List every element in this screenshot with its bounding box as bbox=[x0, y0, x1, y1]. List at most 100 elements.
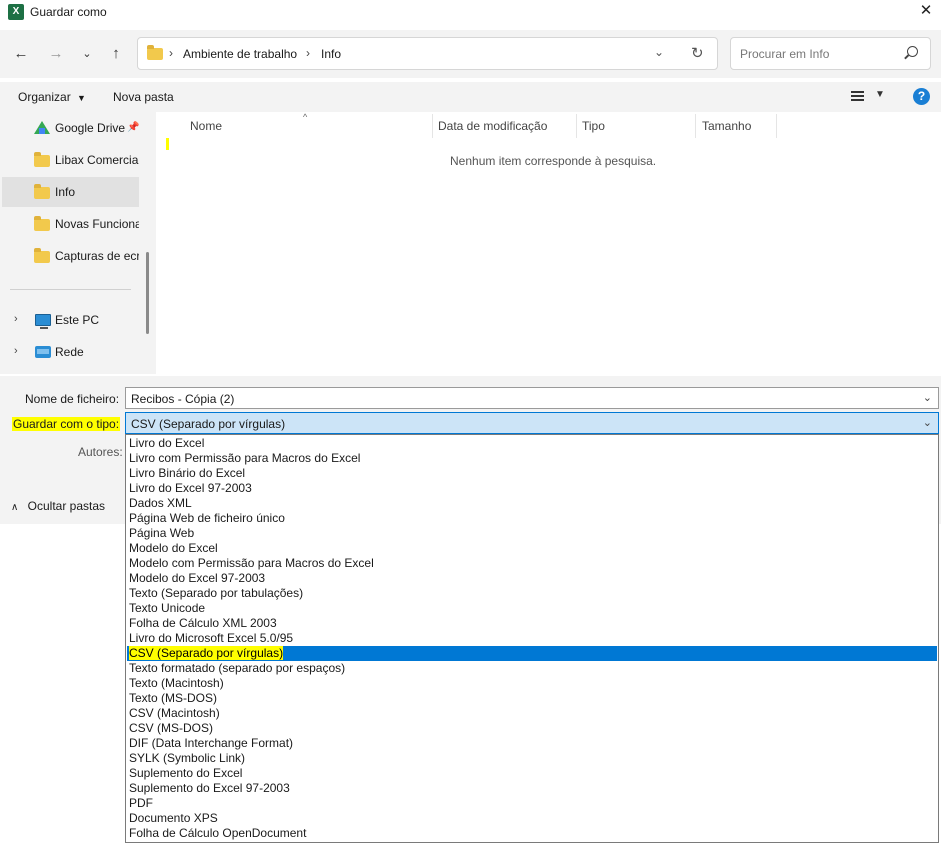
column-header-size[interactable]: Tamanho bbox=[702, 119, 751, 133]
file-type-option[interactable]: Dados XML bbox=[127, 496, 937, 511]
file-type-option[interactable]: Suplemento do Excel 97-2003 bbox=[127, 781, 937, 796]
file-type-option-label: Suplemento do Excel bbox=[129, 766, 243, 780]
file-type-option[interactable]: Modelo com Permissão para Macros do Exce… bbox=[127, 556, 937, 571]
help-icon[interactable]: ? bbox=[913, 88, 930, 105]
breadcrumb-info[interactable]: Info bbox=[321, 47, 341, 61]
column-header-date-modified[interactable]: Data de modificação bbox=[438, 119, 547, 133]
file-type-option-label: Livro do Excel bbox=[129, 436, 205, 450]
search-box[interactable]: Procurar em Info bbox=[730, 37, 931, 70]
chevron-right-icon[interactable]: › bbox=[14, 345, 18, 357]
chevron-down-icon[interactable]: ⌄ bbox=[923, 391, 932, 404]
view-chevron-down-icon[interactable]: ▼ bbox=[875, 89, 885, 100]
sidebar-item-network[interactable]: › Rede bbox=[2, 337, 139, 367]
file-type-option[interactable]: CSV (Macintosh) bbox=[127, 706, 937, 721]
sidebar-item-novas-funcionalidades[interactable]: Novas Funcionalidades bbox=[2, 209, 139, 239]
sidebar-item-label: Rede bbox=[55, 345, 84, 359]
up-arrow-icon[interactable]: ↑ bbox=[106, 44, 126, 64]
sidebar-item-label: Novas Funcionalidades bbox=[55, 217, 139, 231]
file-type-option-label: SYLK (Symbolic Link) bbox=[129, 751, 246, 765]
file-type-option[interactable]: Texto (MS-DOS) bbox=[127, 691, 937, 706]
file-type-option[interactable]: Texto formatado (separado por espaços) bbox=[127, 661, 937, 676]
back-arrow-icon[interactable]: ← bbox=[11, 44, 31, 64]
sidebar-item-libax-comercial[interactable]: Libax Comercial bbox=[2, 145, 139, 175]
refresh-icon[interactable]: ↻ bbox=[691, 44, 704, 62]
forward-arrow-icon[interactable]: → bbox=[46, 44, 66, 64]
file-type-option-label: Livro com Permissão para Macros do Excel bbox=[129, 451, 361, 465]
file-type-option[interactable]: DIF (Data Interchange Format) bbox=[127, 736, 937, 751]
hide-folders-label: Ocultar pastas bbox=[27, 499, 106, 513]
file-type-option[interactable]: Folha de Cálculo OpenDocument bbox=[127, 826, 937, 841]
command-bar: Organizar ▼ Nova pasta ▼ ? bbox=[0, 82, 941, 112]
file-type-option[interactable]: Página Web bbox=[127, 526, 937, 541]
column-divider[interactable] bbox=[776, 114, 777, 138]
filename-field[interactable]: Recibos - Cópia (2) ⌄ bbox=[125, 387, 939, 409]
organize-button[interactable]: Organizar ▼ bbox=[18, 90, 86, 104]
file-type-option[interactable]: Suplemento do Excel bbox=[127, 766, 937, 781]
file-type-option[interactable]: Livro com Permissão para Macros do Excel bbox=[127, 451, 937, 466]
file-type-option[interactable]: Livro Binário do Excel bbox=[127, 466, 937, 481]
file-type-option-label: Suplemento do Excel 97-2003 bbox=[129, 781, 290, 795]
chevron-down-icon: ▼ bbox=[77, 93, 86, 103]
chevron-right-icon[interactable]: › bbox=[14, 313, 18, 325]
address-history-chevron-icon[interactable]: ⌄ bbox=[654, 45, 664, 59]
save-as-type-select[interactable]: CSV (Separado por vírgulas) ⌄ bbox=[125, 412, 939, 434]
column-divider[interactable] bbox=[695, 114, 696, 138]
file-type-option-label: Texto (Separado por tabulações) bbox=[129, 586, 304, 600]
folder-icon bbox=[34, 216, 50, 231]
file-type-option[interactable]: Texto Unicode bbox=[127, 601, 937, 616]
save-as-type-label: Guardar com o tipo: bbox=[12, 417, 121, 431]
file-type-option-label: Livro do Excel 97-2003 bbox=[129, 481, 252, 495]
sort-ascending-icon: ^ bbox=[303, 112, 308, 122]
file-type-option[interactable]: Texto (Separado por tabulações) bbox=[127, 586, 937, 601]
close-icon[interactable]: ✕ bbox=[917, 2, 935, 20]
sidebar-item-google-drive[interactable]: Google Drive 📌 bbox=[2, 113, 139, 143]
file-type-option[interactable]: Livro do Microsoft Excel 5.0/95 bbox=[127, 631, 937, 646]
navigation-pane: Google Drive 📌 Libax Comercial Info Nova… bbox=[0, 112, 156, 374]
filename-label: Nome de ficheiro: bbox=[25, 392, 120, 406]
network-icon bbox=[35, 346, 51, 358]
column-divider[interactable] bbox=[432, 114, 433, 138]
file-type-option[interactable]: CSV (MS-DOS) bbox=[127, 721, 937, 736]
file-type-option[interactable]: Página Web de ficheiro único bbox=[127, 511, 937, 526]
sidebar-item-capturas-de-ecra[interactable]: Capturas de ecrã bbox=[2, 241, 139, 271]
view-options-icon[interactable] bbox=[851, 91, 864, 101]
sidebar-item-label: Libax Comercial bbox=[55, 153, 139, 167]
file-type-option[interactable]: Modelo do Excel bbox=[127, 541, 937, 556]
sidebar-item-label: Google Drive bbox=[55, 121, 126, 135]
file-type-option-label: CSV (Separado por vírgulas) bbox=[129, 646, 284, 660]
breadcrumb-desktop[interactable]: Ambiente de trabalho bbox=[183, 47, 297, 61]
file-type-option-label: Livro do Microsoft Excel 5.0/95 bbox=[129, 631, 294, 645]
file-type-option-label: Texto Unicode bbox=[129, 601, 206, 615]
sidebar-item-label: Info bbox=[55, 185, 76, 199]
new-folder-button[interactable]: Nova pasta bbox=[113, 90, 174, 104]
hide-folders-button[interactable]: ∧ Ocultar pastas bbox=[11, 499, 105, 513]
file-type-option-label: PDF bbox=[129, 796, 153, 810]
file-type-option[interactable]: Texto (Macintosh) bbox=[127, 676, 937, 691]
file-type-option-label: Dados XML bbox=[129, 496, 192, 510]
file-type-option[interactable]: PDF bbox=[127, 796, 937, 811]
file-type-option[interactable]: Livro do Excel 97-2003 bbox=[127, 481, 937, 496]
nav-scrollbar[interactable] bbox=[146, 252, 149, 334]
file-type-option-label: Folha de Cálculo OpenDocument bbox=[129, 826, 307, 840]
address-bar[interactable]: › Ambiente de trabalho › Info ⌄ ↻ bbox=[137, 37, 718, 70]
column-header-type[interactable]: Tipo bbox=[582, 119, 605, 133]
file-type-option-label: Página Web bbox=[129, 526, 195, 540]
file-type-option[interactable]: Modelo do Excel 97-2003 bbox=[127, 571, 937, 586]
sidebar-item-this-pc[interactable]: › Este PC bbox=[2, 305, 139, 335]
column-header-name[interactable]: Nome bbox=[190, 119, 222, 133]
column-divider[interactable] bbox=[576, 114, 577, 138]
folder-icon bbox=[34, 248, 50, 263]
sidebar-item-info[interactable]: Info bbox=[2, 177, 139, 207]
search-icon[interactable] bbox=[907, 46, 918, 57]
file-type-option-label: Texto (MS-DOS) bbox=[129, 691, 218, 705]
file-type-option[interactable]: Folha de Cálculo XML 2003 bbox=[127, 616, 937, 631]
file-type-option[interactable]: Livro do Excel bbox=[127, 436, 937, 451]
file-type-dropdown-list: Livro do Excel Livro com Permissão para M… bbox=[125, 434, 939, 843]
file-type-option[interactable]: Documento XPS bbox=[127, 811, 937, 826]
chevron-down-icon[interactable]: ⌄ bbox=[923, 416, 932, 429]
file-type-option[interactable]: SYLK (Symbolic Link) bbox=[127, 751, 937, 766]
recent-locations-chevron-icon[interactable]: ⌄ bbox=[77, 44, 97, 64]
google-drive-icon bbox=[34, 121, 50, 134]
title-bar: X Guardar como ✕ bbox=[0, 0, 941, 26]
file-type-option[interactable]: CSV (Separado por vírgulas) bbox=[127, 646, 937, 661]
